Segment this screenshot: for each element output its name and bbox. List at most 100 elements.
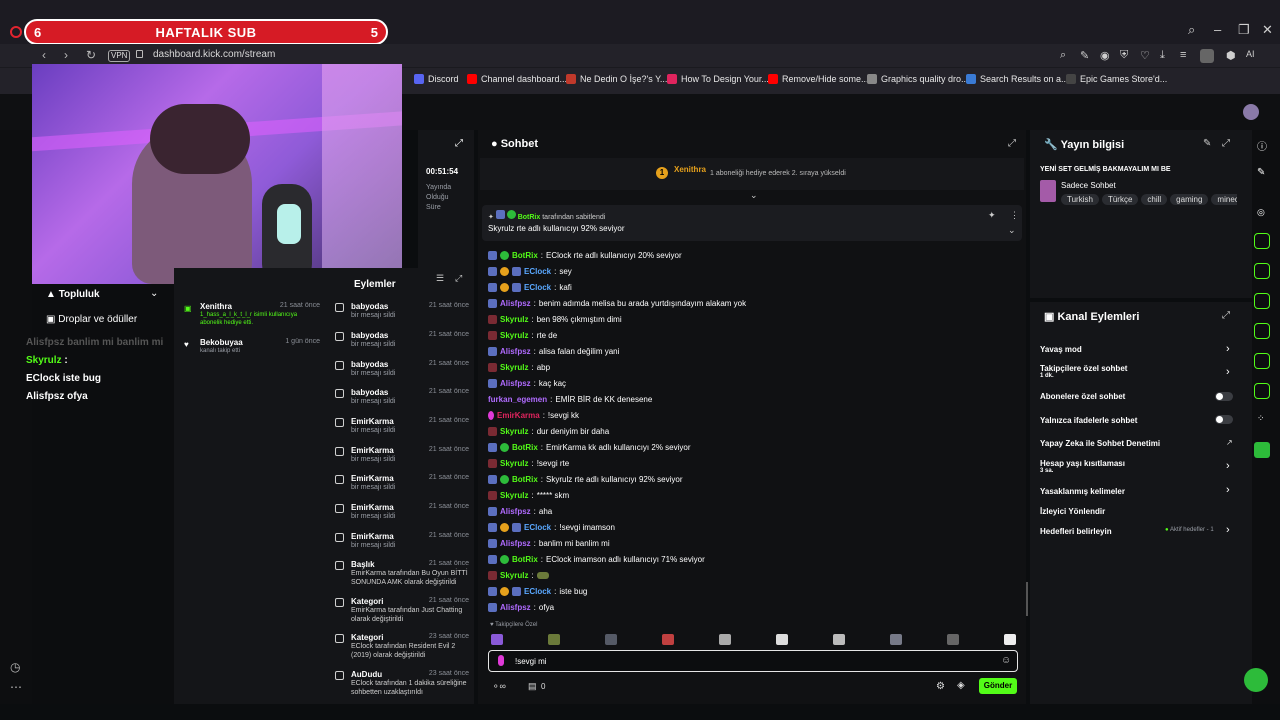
forward-icon[interactable]: › [64,48,68,62]
popout-icon[interactable]: ⤢ [455,273,462,284]
close-icon[interactable]: ✕ [1262,22,1273,38]
chat-message[interactable]: Alisfpsz: kaç kaç [488,379,566,388]
chat-username[interactable]: Skyrulz [500,491,528,500]
activity-item[interactable]: Kategori 23 saat önce EClock tarafından Re… [335,633,469,660]
trash-icon[interactable]: ▤ [528,681,537,692]
send-button[interactable]: Gönder [979,678,1017,694]
scroll-down-icon[interactable]: ⌄ [750,190,758,201]
chat-username[interactable]: EClock [524,267,551,276]
chat-message[interactable]: BotRix: EmirKarma kk adlı kullanıcıyı 2% … [488,443,691,452]
clock-icon[interactable]: ◷ [10,660,20,674]
chat-message[interactable]: Alisfpsz: ofya [488,603,554,612]
chat-message[interactable]: BotRix: Skyrulz rte adlı kullanıcıyı 92% … [488,475,683,484]
chat-message[interactable]: EClock: iste bug [488,587,587,596]
more-icon[interactable]: ⋯ [10,680,22,694]
chat-username[interactable]: EClock [524,587,551,596]
activity-item[interactable]: EmirKarma 21 saat önce bir mesajı sildi [335,532,469,550]
chat-username[interactable]: EmirKarma [497,411,540,420]
shield-icon[interactable]: ⛨ [1120,49,1128,62]
chat-message[interactable]: Skyrulz: ***** skm [488,491,569,500]
chat-input[interactable]: !sevgi mi [515,657,547,666]
activity-item[interactable]: EmirKarma 21 saat önce bir mesajı sildi [335,446,469,464]
drops-link[interactable]: ▣ Droplar ve ödüller [46,314,137,325]
gift-user[interactable]: Xenithra [674,165,706,174]
download-icon[interactable]: ⤓ [1160,49,1165,62]
vpn-badge[interactable]: VPN [108,50,131,62]
app-icon[interactable] [1254,442,1270,458]
badge-icon[interactable]: ◈ [957,680,965,691]
chat-username[interactable]: Alisfpsz [500,347,531,356]
search-icon[interactable]: ⌕ [1188,22,1195,38]
chevron-right-icon[interactable]: › [1226,366,1230,378]
chat-message[interactable]: Alisfpsz: banlim mi banlim mi [488,539,610,548]
chat-message[interactable]: Skyrulz: !sevgi rte [488,459,569,468]
banned-words-item[interactable]: Yasaklanmış kelimeler [1040,487,1125,496]
chat-username[interactable]: Skyrulz [500,571,528,580]
chat-input-box[interactable] [488,650,1018,672]
chat-message[interactable]: Skyrulz: abp [488,363,550,372]
emote-button-icon[interactable] [719,634,731,645]
ai-moderation-item[interactable]: Yapay Zeka ile Sohbet Denetimi [1040,439,1160,448]
bookmark-item[interactable]: Remove/Hide some... [768,74,869,84]
chat-username[interactable]: BotRix [512,251,538,260]
activity-item[interactable]: babyodas 21 saat önce bir mesajı sildi [335,331,469,349]
bookmark-item[interactable]: Graphics quality dro... [867,74,969,84]
chat-username[interactable]: Alisfpsz [500,539,531,548]
profile-avatar[interactable] [1200,49,1214,63]
chat-username[interactable]: EClock [524,283,551,292]
bookmark-item[interactable]: Ne Dedin O İşe?'s Y... [566,74,667,84]
emote-button-icon[interactable] [833,634,845,645]
bookmark-item[interactable]: Discord [414,74,459,84]
chat-username[interactable]: Skyrulz [500,459,528,468]
popout-icon[interactable]: ⤢ [455,138,463,149]
chat-username[interactable]: Alisfpsz [500,379,531,388]
chat-username[interactable]: BotRix [512,443,538,452]
chevron-down-icon[interactable]: ⌄ [1008,225,1016,236]
bookmark-item[interactable]: Channel dashboard... [467,74,567,84]
chat-scrollbar[interactable] [1026,582,1028,616]
chat-message[interactable]: Skyrulz: [488,571,549,580]
external-link-icon[interactable]: ↗ [1226,438,1233,447]
bookmark-item[interactable]: Search Results on a... [966,74,1069,84]
info-icon[interactable]: ⓘ [1257,138,1267,153]
mic-icon[interactable] [498,655,504,666]
activity-item[interactable]: EmirKarma 21 saat önce bir mesajı sildi [335,417,469,435]
share-icon[interactable]: ⁘ [1257,413,1265,424]
minimize-icon[interactable]: – [1214,22,1221,37]
activity-item[interactable]: AuDudu 23 saat önce EClock tarafından 1 da… [335,670,469,697]
chevron-right-icon[interactable]: › [1226,524,1230,536]
tag-chip[interactable]: Turkish [1061,194,1099,205]
reload-icon[interactable]: ↻ [86,48,96,62]
lightning-icon[interactable] [1254,233,1270,249]
bookmark-item[interactable]: Epic Games Store'd... [1066,74,1167,84]
points-icon[interactable]: ⚬∞ [492,681,506,692]
chat-message[interactable]: BotRix: EClock rte adlı kullanıcıyı 20% s… [488,251,682,260]
chevron-down-icon[interactable]: ⌄ [150,288,158,299]
activity-item[interactable]: Kategori 21 saat önce EmirKarma tarafından… [335,597,469,624]
chat-message[interactable]: Alisfpsz: benim adımda melisa bu arada yu… [488,299,746,308]
chat-username[interactable]: Alisfpsz [500,603,531,612]
chat-username[interactable]: BotRix [512,475,538,484]
chat-username[interactable]: furkan_egemen [488,395,547,404]
chat-username[interactable]: Skyrulz [500,331,528,340]
chat-message[interactable]: Skyrulz: rte de [488,331,557,340]
edit-icon[interactable]: ✎ [1203,138,1211,149]
activity-item[interactable]: Başlık 21 saat önce EmirKarma tarafından B… [335,560,469,587]
activity-item[interactable]: EmirKarma 21 saat önce bir mesajı sildi [335,474,469,492]
event-item[interactable]: ▣ Xenithra 21 saat önce 1_hass_a_l_k_t_l_r … [184,302,320,327]
support-icon[interactable] [1244,668,1268,692]
unpin-icon[interactable]: ✦ [988,210,996,221]
tag-chip[interactable]: minecra [1211,194,1237,205]
filter-icon[interactable]: ☰ [436,273,444,284]
chevron-right-icon[interactable]: › [1226,484,1230,496]
emoji-icon[interactable]: ☺ [1001,655,1011,666]
url-text[interactable]: dashboard.kick.com/stream [153,49,275,60]
popout-icon[interactable]: ⤢ [1222,138,1230,149]
raid-item[interactable]: İzleyici Yönlendir [1040,507,1105,516]
tools-icon[interactable] [1254,383,1270,399]
user-avatar[interactable] [1243,104,1259,120]
tag-chip[interactable]: chill [1141,194,1168,205]
ai-button[interactable]: AI [1246,49,1255,59]
activity-item[interactable]: babyodas 21 saat önce bir mesajı sildi [335,360,469,378]
chevron-right-icon[interactable]: › [1226,343,1230,355]
